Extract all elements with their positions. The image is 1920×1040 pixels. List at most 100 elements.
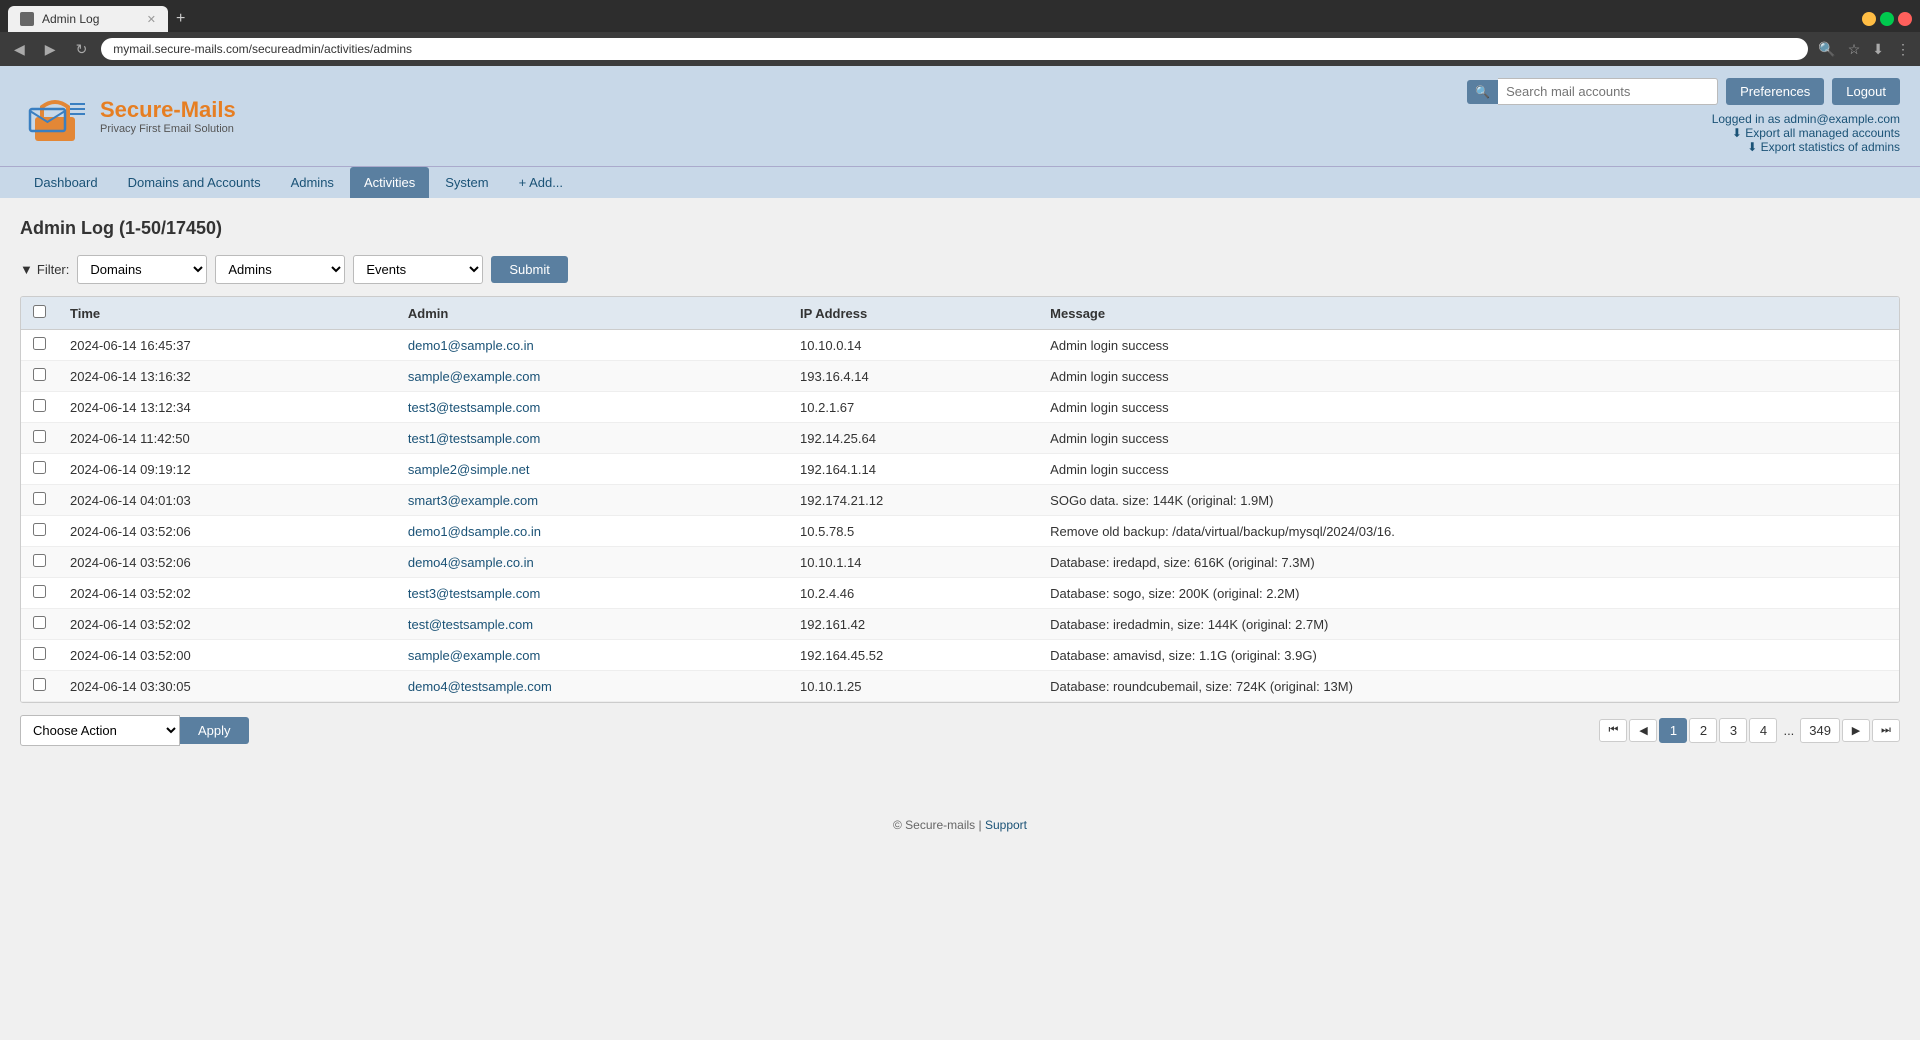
admin-link[interactable]: test1@testsample.com (408, 431, 540, 446)
apply-button[interactable]: Apply (180, 717, 249, 744)
events-filter[interactable]: Events (353, 255, 483, 284)
select-all-checkbox[interactable] (33, 305, 46, 318)
logo-image (20, 89, 90, 144)
export-accounts-link[interactable]: ⬇ Export all managed accounts (1467, 126, 1900, 140)
tab-title: Admin Log (42, 12, 99, 26)
admin-link[interactable]: test3@testsample.com (408, 400, 540, 415)
row-checkbox[interactable] (33, 430, 46, 443)
forward-button[interactable]: ▶ (39, 39, 62, 60)
search-input[interactable] (1498, 78, 1718, 105)
nav-admins[interactable]: Admins (277, 167, 348, 198)
preferences-button[interactable]: Preferences (1726, 78, 1824, 105)
domains-filter[interactable]: Domains (77, 255, 207, 284)
row-checkbox[interactable] (33, 399, 46, 412)
row-ip: 10.10.1.25 (788, 671, 1038, 702)
page-btn-2[interactable]: 2 (1689, 718, 1717, 743)
row-checkbox-cell (21, 330, 58, 361)
row-message: Database: roundcubemail, size: 724K (ori… (1038, 671, 1899, 702)
zoom-icon[interactable]: 🔍 (1816, 39, 1837, 60)
row-message: Admin login success (1038, 330, 1899, 361)
nav-dashboard[interactable]: Dashboard (20, 167, 112, 198)
page-btn-1[interactable]: 1 (1659, 718, 1687, 743)
row-checkbox[interactable] (33, 554, 46, 567)
log-table: Time Admin IP Address Message 2024-06-14… (21, 297, 1899, 702)
admin-link[interactable]: test3@testsample.com (408, 586, 540, 601)
page-btn-3[interactable]: 3 (1719, 718, 1747, 743)
table-row: 2024-06-14 09:19:12 sample2@simple.net 1… (21, 454, 1899, 485)
logo-brand: Secure-Mails (100, 97, 236, 123)
row-checkbox-cell (21, 640, 58, 671)
row-checkbox[interactable] (33, 678, 46, 691)
tab-close-btn[interactable]: ✕ (147, 13, 156, 26)
logout-button[interactable]: Logout (1832, 78, 1900, 105)
row-admin: demo4@testsample.com (396, 671, 788, 702)
page-btn-last[interactable]: 349 (1800, 718, 1840, 743)
last-page-button[interactable]: ⏭ (1872, 719, 1900, 742)
minimize-button[interactable]: − (1862, 12, 1876, 26)
table-row: 2024-06-14 13:12:34 test3@testsample.com… (21, 392, 1899, 423)
row-checkbox[interactable] (33, 337, 46, 350)
row-message: Admin login success (1038, 423, 1899, 454)
new-tab-button[interactable]: + (168, 6, 193, 32)
page-title: Admin Log (1-50/17450) (20, 218, 1900, 239)
row-message: Admin login success (1038, 392, 1899, 423)
admin-link[interactable]: test@testsample.com (408, 617, 533, 632)
bookmark-icon[interactable]: ☆ (1846, 39, 1863, 60)
row-checkbox[interactable] (33, 461, 46, 474)
row-time: 2024-06-14 04:01:03 (58, 485, 396, 516)
row-message: Database: iredadmin, size: 144K (origina… (1038, 609, 1899, 640)
logged-in-info: Logged in as admin@example.com (1467, 111, 1900, 126)
export-stats-link[interactable]: ⬇ Export statistics of admins (1467, 140, 1900, 154)
admin-link[interactable]: sample2@simple.net (408, 462, 530, 477)
back-button[interactable]: ◀ (8, 39, 31, 60)
row-time: 2024-06-14 13:16:32 (58, 361, 396, 392)
table-row: 2024-06-14 03:52:06 demo4@sample.co.in 1… (21, 547, 1899, 578)
row-admin: sample@example.com (396, 640, 788, 671)
choose-action-select[interactable]: Choose Action (20, 715, 180, 746)
row-time: 2024-06-14 16:45:37 (58, 330, 396, 361)
address-bar[interactable] (101, 38, 1808, 60)
search-group: 🔍 (1467, 78, 1718, 105)
row-ip: 10.2.4.46 (788, 578, 1038, 609)
admin-link[interactable]: sample@example.com (408, 369, 540, 384)
nav-add[interactable]: + Add... (505, 167, 577, 198)
admin-link[interactable]: smart3@example.com (408, 493, 538, 508)
submit-button[interactable]: Submit (491, 256, 567, 283)
row-ip: 10.2.1.67 (788, 392, 1038, 423)
row-checkbox[interactable] (33, 492, 46, 505)
support-link[interactable]: Support (985, 818, 1027, 832)
close-button[interactable]: ✕ (1898, 12, 1912, 26)
row-admin: demo4@sample.co.in (396, 547, 788, 578)
menu-icon[interactable]: ⋮ (1894, 39, 1912, 60)
row-checkbox-cell (21, 454, 58, 485)
admin-link[interactable]: demo4@sample.co.in (408, 555, 534, 570)
row-admin: sample@example.com (396, 361, 788, 392)
admin-link[interactable]: demo1@sample.co.in (408, 338, 534, 353)
admins-filter[interactable]: Admins (215, 255, 345, 284)
page-btn-4[interactable]: 4 (1749, 718, 1777, 743)
admin-link[interactable]: demo1@dsample.co.in (408, 524, 541, 539)
row-checkbox-cell (21, 516, 58, 547)
row-checkbox-cell (21, 609, 58, 640)
active-tab[interactable]: Admin Log ✕ (8, 6, 168, 32)
nav-system[interactable]: System (431, 167, 502, 198)
row-checkbox[interactable] (33, 585, 46, 598)
refresh-button[interactable]: ↻ (70, 39, 94, 60)
row-checkbox[interactable] (33, 647, 46, 660)
header-message: Message (1038, 297, 1899, 330)
row-checkbox[interactable] (33, 368, 46, 381)
nav-domains-accounts[interactable]: Domains and Accounts (114, 167, 275, 198)
row-checkbox[interactable] (33, 616, 46, 629)
row-checkbox[interactable] (33, 523, 46, 536)
prev-page-button[interactable]: ◀ (1629, 719, 1657, 742)
admin-link[interactable]: sample@example.com (408, 648, 540, 663)
row-checkbox-cell (21, 671, 58, 702)
table-row: 2024-06-14 03:30:05 demo4@testsample.com… (21, 671, 1899, 702)
first-page-button[interactable]: ⏮ (1599, 719, 1627, 742)
maximize-button[interactable]: □ (1880, 12, 1894, 26)
next-page-button[interactable]: ▶ (1842, 719, 1870, 742)
download-icon[interactable]: ⬇ (1870, 39, 1886, 60)
table-row: 2024-06-14 03:52:02 test@testsample.com … (21, 609, 1899, 640)
nav-activities[interactable]: Activities (350, 167, 429, 198)
admin-link[interactable]: demo4@testsample.com (408, 679, 552, 694)
